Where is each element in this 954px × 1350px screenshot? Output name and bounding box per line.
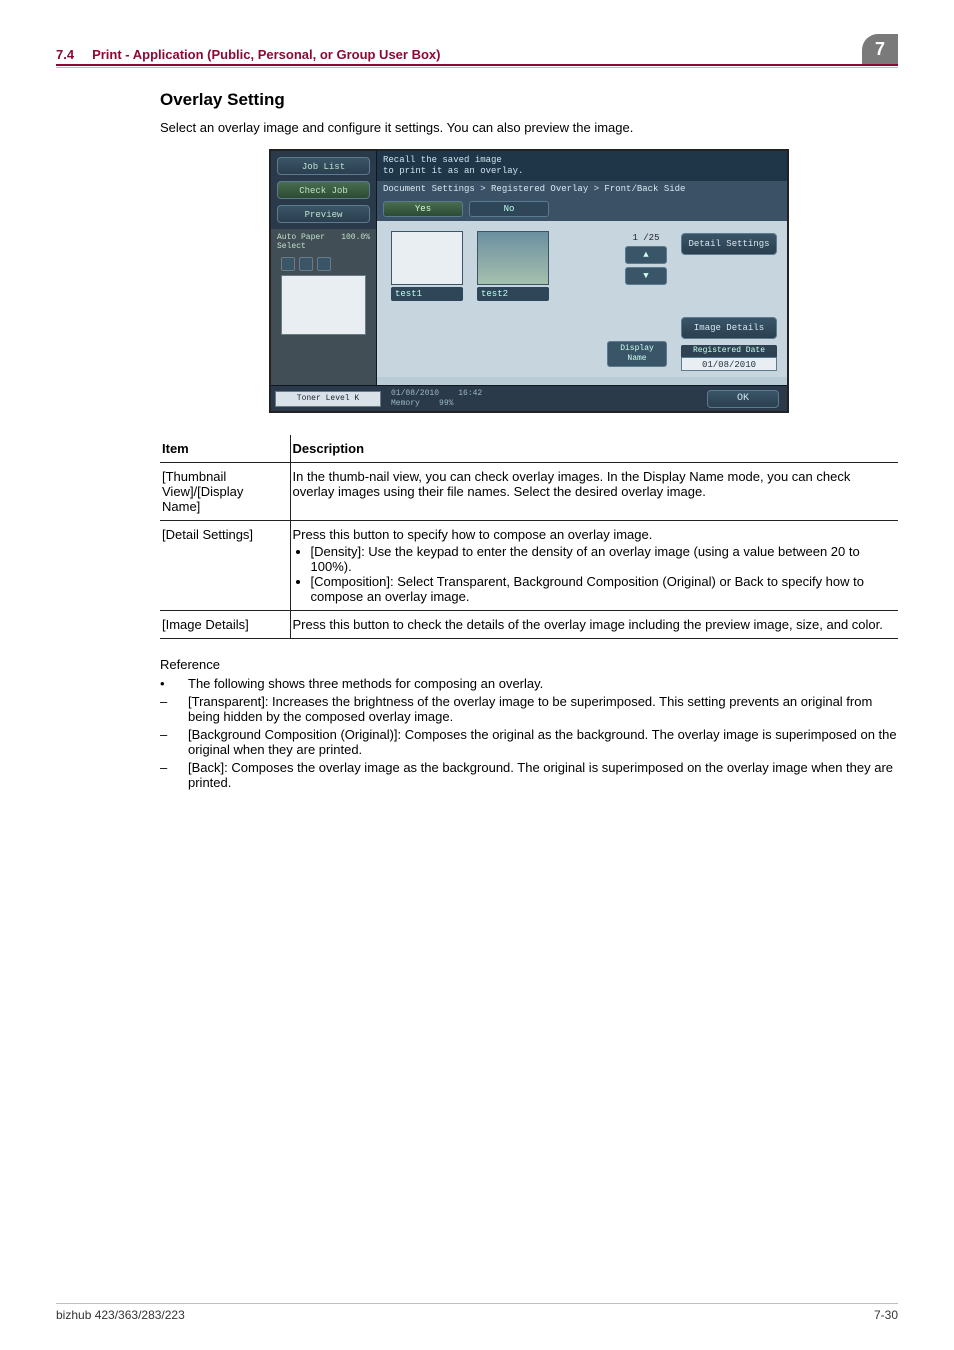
cell-item: [Image Details] [160,611,290,639]
reference-text: [Transparent]: Increases the brightness … [188,694,898,724]
cell-desc: Press this button to specify how to comp… [290,521,898,611]
reference-text: [Back]: Composes the overlay image as th… [188,760,898,790]
dash-icon: – [160,727,188,757]
job-list-button[interactable]: Job List [277,157,370,175]
dash-icon: – [160,760,188,790]
intro-paragraph: Select an overlay image and configure it… [160,120,898,135]
page-footer: bizhub 423/363/283/223 7-30 [56,1303,898,1322]
cell-desc: Press this button to check the details o… [290,611,898,639]
reference-item: – [Background Composition (Original)]: C… [160,727,898,757]
header-rule [56,64,898,66]
overlay-thumb-1-label: test1 [391,287,463,301]
detail-settings-button[interactable]: Detail Settings [681,233,777,255]
toner-level: Toner Level K [275,391,381,407]
footer-time: 16:42 [458,389,482,398]
device-left-panel: Job List Check Job Preview Auto Paper Se… [271,151,377,385]
cell-desc-lead: Press this button to specify how to comp… [293,527,891,542]
preview-button[interactable]: Preview [277,205,370,223]
footer-right: 7-30 [874,1308,898,1322]
dash-icon: – [160,694,188,724]
bullet-icon: • [160,676,188,691]
device-footer-info: 01/08/2010 16:42 Memory 99% [385,389,707,409]
page-header: 7.4 Print - Application (Public, Persona… [56,34,898,62]
page-counter: 1 /25 [625,233,667,243]
overlay-thumb-1[interactable] [391,231,463,285]
footer-rule [56,1303,898,1304]
chapter-badge: 7 [862,34,898,64]
section-title: Print - Application (Public, Personal, o… [92,47,862,62]
col-item: Item [160,435,290,463]
description-table: Item Description [Thumbnail View]/[Displ… [160,435,898,639]
footer-mem-label: Memory [391,399,420,408]
heading-overlay-setting: Overlay Setting [160,90,898,110]
registered-date-box: Registered Date 01/08/2010 [681,345,777,371]
device-left-icons [281,257,366,271]
device-tabs: Yes No [377,197,787,221]
ok-button[interactable]: OK [707,390,779,408]
device-breadcrumb: Document Settings > Registered Overlay >… [377,181,787,197]
overlay-thumb-2[interactable] [477,231,549,285]
page-up-button[interactable]: ▲ [625,246,667,264]
reference-item: – [Back]: Composes the overlay image as … [160,760,898,790]
device-footer: Toner Level K 01/08/2010 16:42 Memory 99… [271,385,787,411]
tab-yes[interactable]: Yes [383,201,463,217]
reference-text: [Background Composition (Original)]: Com… [188,727,898,757]
reference-text: The following shows three methods for co… [188,676,898,691]
registered-date-label: Registered Date [681,345,777,357]
device-header-text: Recall the saved image to print it as an… [377,151,787,181]
device-screenshot: Job List Check Job Preview Auto Paper Se… [269,149,789,413]
device-main-panel: Recall the saved image to print it as an… [377,151,787,385]
display-name-button[interactable]: Display Name [607,341,667,367]
footer-mem-val: 99% [439,399,453,408]
cell-item: [Detail Settings] [160,521,290,611]
page-down-button[interactable]: ▼ [625,267,667,285]
registered-date-value: 01/08/2010 [681,357,777,371]
device-left-thumb [281,275,366,335]
overlay-thumb-2-label: test2 [477,287,549,301]
auto-paper-label: Auto Paper Select [277,233,341,251]
table-row: [Image Details] Press this button to che… [160,611,898,639]
footer-left: bizhub 423/363/283/223 [56,1308,185,1322]
cell-item: [Thumbnail View]/[Display Name] [160,463,290,521]
doc-icon [281,257,295,271]
auto-paper-pct: 100.0% [341,233,370,251]
page-control: 1 /25 ▲ ▼ [625,233,667,288]
reference-item: • The following shows three methods for … [160,676,898,691]
cell-desc: In the thumb-nail view, you can check ov… [290,463,898,521]
page: 7.4 Print - Application (Public, Persona… [0,0,954,1350]
bullet-composition: [Composition]: Select Transparent, Backg… [311,574,891,604]
reference-label: Reference [160,657,898,672]
rotate2-icon [317,257,331,271]
device-left-lower: Auto Paper Select 100.0% [271,229,376,385]
check-job-button[interactable]: Check Job [277,181,370,199]
reference-block: Reference • The following shows three me… [160,657,898,790]
section-number: 7.4 [56,47,74,62]
table-row: [Detail Settings] Press this button to s… [160,521,898,611]
table-row: [Thumbnail View]/[Display Name] In the t… [160,463,898,521]
tab-no[interactable]: No [469,201,549,217]
col-description: Description [290,435,898,463]
bullet-density: [Density]: Use the keypad to enter the d… [311,544,891,574]
rotate-icon [299,257,313,271]
footer-date: 01/08/2010 [391,389,439,398]
reference-item: – [Transparent]: Increases the brightnes… [160,694,898,724]
device-body: test1 test2 1 /25 ▲ ▼ Detail Settings Im… [377,221,787,377]
content-area: Overlay Setting Select an overlay image … [56,68,898,790]
image-details-button[interactable]: Image Details [681,317,777,339]
